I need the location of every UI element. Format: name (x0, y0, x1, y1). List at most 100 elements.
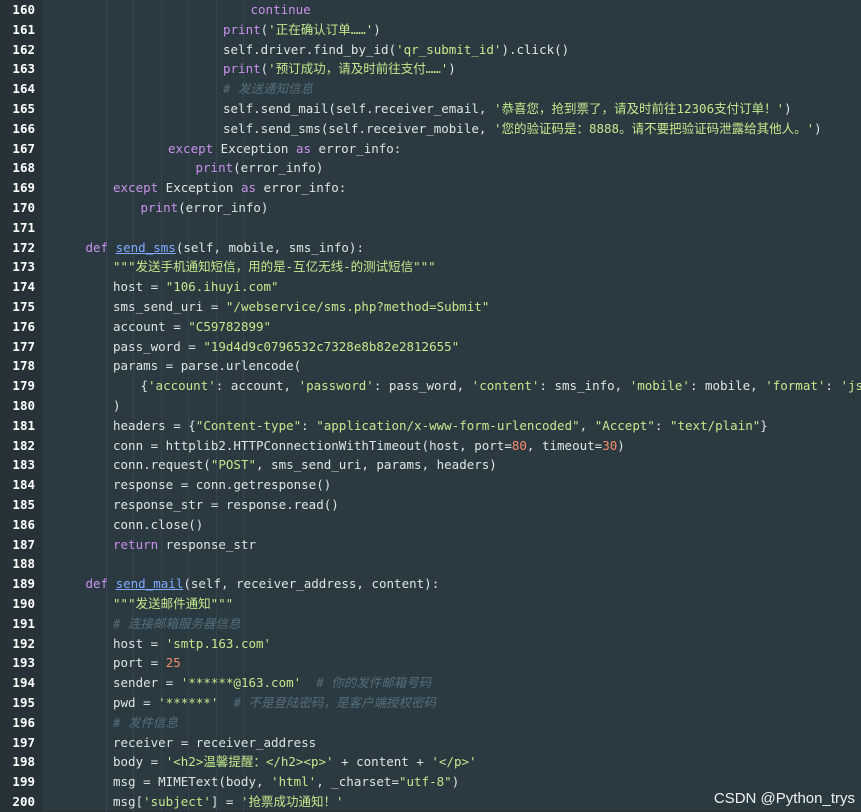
code-text[interactable]: receiver = receiver_address (113, 733, 316, 753)
code-line[interactable]: 170print(error_info) (0, 198, 861, 218)
code-line[interactable]: 174host = "106.ihuyi.com" (0, 277, 861, 297)
code-token: error_info: (256, 180, 346, 195)
code-line[interactable]: 167except Exception as error_info: (0, 139, 861, 159)
code-line[interactable]: 160continue (0, 0, 861, 20)
code-line[interactable]: 175sms_send_uri = "/webservice/sms.php?m… (0, 297, 861, 317)
line-number: 183 (0, 455, 35, 475)
code-line[interactable]: 188 (0, 554, 861, 574)
code-line[interactable]: 195 pwd = '******' # 不是登陆密码，是客户端授权密码 (0, 693, 861, 713)
code-line[interactable]: 199msg = MIMEText(body, 'html', _charset… (0, 772, 861, 792)
code-token: "Accept" (595, 418, 655, 433)
code-text[interactable]: response_str = response.read() (113, 495, 339, 515)
code-line[interactable]: 182conn = httplib2.HTTPConnectionWithTim… (0, 436, 861, 456)
code-line[interactable]: 189def send_mail(self, receiver_address,… (0, 574, 861, 594)
code-line[interactable]: 192host = 'smtp.163.com' (0, 634, 861, 654)
code-text[interactable]: msg['subject'] = '抢票成功通知！' (113, 792, 344, 812)
code-line[interactable]: 164# 发送通知信息 (0, 79, 861, 99)
code-line[interactable]: 173"""发送手机通知短信，用的是-互亿无线-的测试短信""" (0, 257, 861, 277)
code-line[interactable]: 162self.driver.find_by_id('qr_submit_id'… (0, 40, 861, 60)
code-token: # 不是登陆密码，是客户端授权密码 (233, 695, 436, 710)
code-text[interactable]: pwd = '******' # 不是登陆密码，是客户端授权密码 (113, 693, 436, 713)
code-text[interactable]: port = 25 (113, 653, 181, 673)
code-line[interactable]: 198body = '<h2>温馨提醒：</h2><p>' + content … (0, 752, 861, 772)
code-line[interactable]: 163print('预订成功，请及时前往支付……') (0, 59, 861, 79)
code-line[interactable]: 181headers = {"Content-type": "applicati… (0, 416, 861, 436)
code-text[interactable]: self.send_mail(self.receiver_email, '恭喜您… (223, 99, 792, 119)
code-token: host = (113, 279, 166, 294)
code-line[interactable]: 166self.send_sms(self.receiver_mobile, '… (0, 119, 861, 139)
code-token: conn = httplib2.HTTPConnectionWithTimeou… (113, 438, 512, 453)
code-line[interactable]: 165 self.send_mail(self.receiver_email, '… (0, 99, 861, 119)
code-text[interactable]: """发送手机通知短信，用的是-互亿无线-的测试短信""" (113, 257, 436, 277)
line-number: 171 (0, 218, 35, 238)
code-line[interactable]: 161print('正在确认订单……') (0, 20, 861, 40)
line-number: 191 (0, 614, 35, 634)
line-number: 195 (0, 693, 35, 713)
code-text[interactable]: response = conn.getresponse() (113, 475, 331, 495)
code-text[interactable]: self.send_sms(self.receiver_mobile, '您的验… (223, 119, 822, 139)
code-text[interactable]: self.driver.find_by_id('qr_submit_id').c… (223, 40, 569, 60)
code-line[interactable]: 194 sender = '******@163.com' # 你的发件邮箱号码 (0, 673, 861, 693)
code-line[interactable]: 186conn.close() (0, 515, 861, 535)
code-token: 'html' (271, 774, 316, 789)
code-text[interactable]: account = "C59782899" (113, 317, 271, 337)
code-text[interactable]: return response_str (113, 535, 256, 555)
code-token: 'content' (472, 378, 540, 393)
code-editor[interactable]: 160continue161print('正在确认订单……')162self.d… (0, 0, 861, 811)
code-token: ) (113, 398, 121, 413)
code-token: response = conn.getresponse() (113, 477, 331, 492)
code-token: , (580, 418, 595, 433)
code-line[interactable]: 172def send_sms(self, mobile, sms_info): (0, 238, 861, 258)
code-token: 'json' (840, 378, 861, 393)
code-text[interactable]: msg = MIMEText(body, 'html', _charset="u… (113, 772, 459, 792)
code-text[interactable]: print(error_info) (196, 158, 324, 178)
code-text[interactable]: # 连接邮箱服务器信息 (113, 614, 241, 634)
line-number: 165 (0, 99, 35, 119)
code-text[interactable]: params = parse.urlencode( (113, 356, 301, 376)
code-text[interactable]: """发送邮件通知""" (113, 594, 233, 614)
line-number: 179 (0, 376, 35, 396)
code-text[interactable]: ) (113, 396, 121, 416)
code-text[interactable]: print('预订成功，请及时前往支付……') (223, 59, 456, 79)
code-text[interactable]: conn.request("POST", sms_send_uri, param… (113, 455, 497, 475)
code-line[interactable]: 193 port = 25 (0, 653, 861, 673)
code-line[interactable]: 184response = conn.getresponse() (0, 475, 861, 495)
code-line[interactable]: 168print(error_info) (0, 158, 861, 178)
code-text[interactable]: headers = {"Content-type": "application/… (113, 416, 768, 436)
code-text[interactable]: def send_sms(self, mobile, sms_info): (86, 238, 364, 258)
code-token: "application/x-www-form-urlencoded" (316, 418, 579, 433)
code-line[interactable]: 185response_str = response.read() (0, 495, 861, 515)
code-line[interactable]: 191 # 连接邮箱服务器信息 (0, 614, 861, 634)
code-line[interactable]: 169except Exception as error_info: (0, 178, 861, 198)
code-text[interactable]: sms_send_uri = "/webservice/sms.php?meth… (113, 297, 489, 317)
code-line[interactable]: 187return response_str (0, 535, 861, 555)
line-number: 194 (0, 673, 35, 693)
code-text[interactable]: {'account': account, 'password': pass_wo… (141, 376, 861, 396)
code-line[interactable]: 197receiver = receiver_address (0, 733, 861, 753)
code-line[interactable]: 190"""发送邮件通知""" (0, 594, 861, 614)
code-text[interactable]: conn.close() (113, 515, 203, 535)
code-line[interactable]: 177pass_word = "19d4d9c0796532c7328e8b82… (0, 337, 861, 357)
code-text[interactable]: # 发件信息 (113, 713, 178, 733)
code-text[interactable]: except Exception as error_info: (168, 139, 401, 159)
code-text[interactable]: sender = '******@163.com' # 你的发件邮箱号码 (113, 673, 431, 693)
code-line[interactable]: 180) (0, 396, 861, 416)
code-text[interactable]: def send_mail(self, receiver_address, co… (86, 574, 440, 594)
code-line[interactable]: 196# 发件信息 (0, 713, 861, 733)
code-text[interactable]: pass_word = "19d4d9c0796532c7328e8b82e28… (113, 337, 459, 357)
code-text[interactable]: # 发送通知信息 (223, 79, 313, 99)
code-text[interactable]: print(error_info) (141, 198, 269, 218)
code-text[interactable]: print('正在确认订单……') (223, 20, 381, 40)
code-line[interactable]: 179 {'account': account, 'password': pass… (0, 376, 861, 396)
code-text[interactable]: continue (251, 0, 311, 20)
code-line[interactable]: 176account = "C59782899" (0, 317, 861, 337)
code-line[interactable]: 183 conn.request("POST", sms_send_uri, pa… (0, 455, 861, 475)
code-text[interactable]: body = '<h2>温馨提醒：</h2><p>' + content + '… (113, 752, 477, 772)
code-line[interactable]: 171 (0, 218, 861, 238)
code-text[interactable]: except Exception as error_info: (113, 178, 346, 198)
code-text[interactable]: conn = httplib2.HTTPConnectionWithTimeou… (113, 436, 625, 456)
code-text[interactable]: host = "106.ihuyi.com" (113, 277, 279, 297)
code-line[interactable]: 178params = parse.urlencode( (0, 356, 861, 376)
code-text[interactable]: host = 'smtp.163.com' (113, 634, 271, 654)
line-number: 193 (0, 653, 35, 673)
